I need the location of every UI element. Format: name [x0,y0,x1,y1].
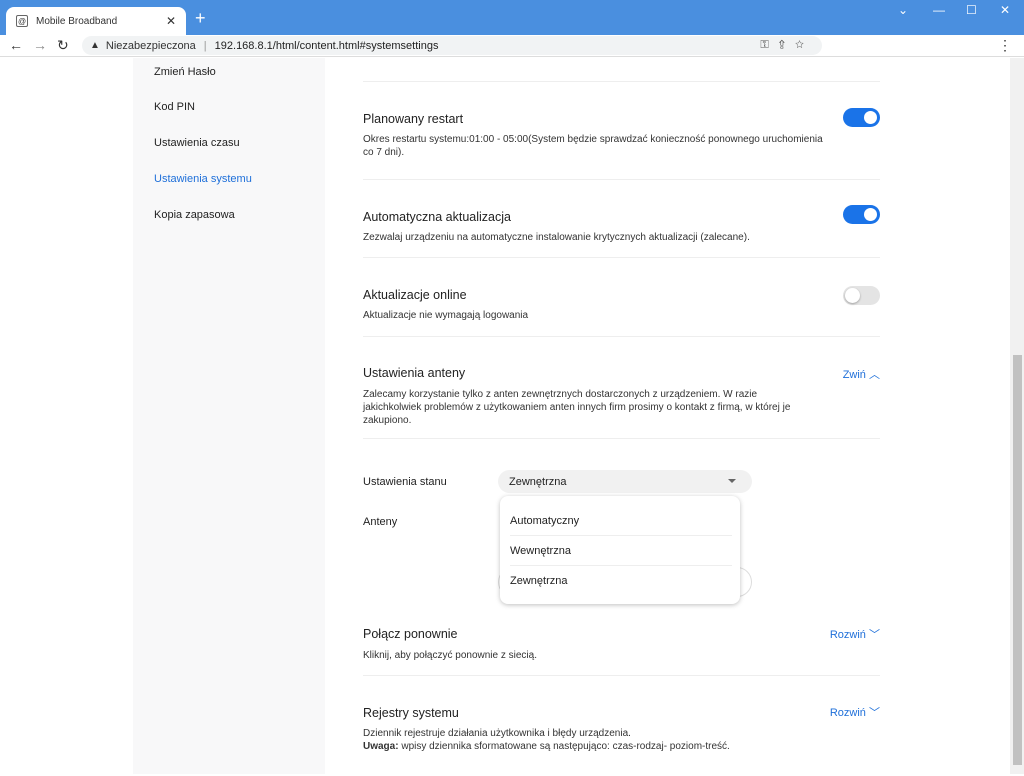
setting-restart: Planowany restart Okres restartu systemu… [363,82,880,180]
setting-desc: Okres restartu systemu:01:00 - 05:00(Sys… [363,134,823,158]
chevron-up-icon: ︿ [869,369,880,381]
expand-label: Rozwiń [829,629,866,641]
close-window-icon[interactable]: ✕ [1000,3,1010,17]
note-text: wpisy dziennika sformatowane są następuj… [398,741,730,752]
sidebar-item-password[interactable]: Zmień Hasło [154,66,216,78]
restart-toggle[interactable] [843,108,880,127]
browser-toolbar: ← → ↻ ▲ Niezabezpieczona | 192.168.8.1/h… [0,35,1024,57]
setting-title: Rejestry systemu [363,706,459,720]
collapse-antenna-link[interactable]: Zwiń ︿ [843,366,880,382]
state-value: Zewnętrzna [509,476,567,488]
star-icon[interactable]: ☆ [795,39,814,51]
state-label: Ustawienia stanu [363,476,447,488]
online-update-toggle[interactable] [843,286,880,305]
collapse-label: Zwiń [842,369,866,381]
caret-down-icon [728,479,736,483]
setting-title: Połącz ponownie [363,627,458,641]
setting-reconnect: Połącz ponownie Kliknij, aby połączyć po… [363,603,880,676]
state-dropdown-menu: Automatyczny Wewnętrzna Zewnętrzna [500,496,740,604]
setting-desc: Aktualizacje nie wymagają logowania [363,310,529,321]
security-label: Niezabezpieczona [105,39,196,52]
divider [363,58,880,82]
new-tab-icon[interactable]: + [195,8,206,29]
expand-label: Rozwiń [829,707,866,719]
sidebar-item-pin[interactable]: Kod PIN [154,101,195,113]
expand-logs-link[interactable]: Rozwiń ﹀ [830,704,880,720]
tab-bar: @ Mobile Broadband ✕ + ⌄ — ☐ ✕ [0,0,1024,35]
setting-title: Aktualizacje online [363,288,467,302]
favicon-icon: @ [16,15,28,27]
antennas-label: Anteny [363,516,398,528]
divider: | [203,39,207,52]
sidebar-item-time[interactable]: Ustawienia czasu [154,137,240,149]
close-tab-icon[interactable]: ✕ [166,14,176,28]
share-icon[interactable]: ⇪ [779,39,795,51]
forward-icon[interactable]: → [33,37,47,53]
option-external[interactable]: Zewnętrzna [510,566,732,596]
setting-antenna: Ustawienia anteny Zalecamy korzystanie t… [363,337,880,439]
setting-title: Automatyczna aktualizacja [363,210,511,224]
expand-reconnect-link[interactable]: Rozwiń ﹀ [830,626,880,642]
sidebar: Zmień Hasło Kod PIN Ustawienia czasu Ust… [133,58,325,774]
setting-desc: Zezwalaj urządzeniu na automatyczne inst… [363,232,750,243]
logs-desc: Dziennik rejestruje działania użytkownik… [363,728,631,739]
scrollbar-thumb[interactable] [1013,355,1022,765]
chevron-down-icon: ﹀ [869,629,880,641]
chevron-down-icon: ﹀ [869,707,880,719]
minimize-icon[interactable]: — [933,3,945,17]
option-automatic[interactable]: Automatyczny [510,506,732,536]
warning-icon: ▲ [90,40,100,51]
setting-title: Planowany restart [363,112,464,126]
browser-tab[interactable]: @ Mobile Broadband ✕ [6,7,186,35]
key-icon[interactable]: ⚿ [760,39,778,51]
auto-update-toggle[interactable] [843,205,880,224]
url-text: 192.168.8.1/html/content.html#systemsett… [214,39,439,52]
note-label: Uwaga: [363,741,399,752]
tab-search-icon[interactable]: ⌄ [898,3,908,17]
setting-desc: Kliknij, aby połączyć ponownie z siecią. [363,650,537,661]
menu-icon[interactable]: ⋮ [998,37,1012,54]
setting-desc: Dziennik rejestruje działania użytkownik… [363,727,823,753]
setting-online-update: Aktualizacje online Aktualizacje nie wym… [363,258,880,337]
sidebar-item-backup[interactable]: Kopia zapasowa [154,209,235,221]
maximize-icon[interactable]: ☐ [966,3,977,17]
scrollbar[interactable] [1010,58,1024,774]
setting-logs: Rejestry systemu Dziennik rejestruje dzi… [363,676,880,776]
reload-icon[interactable]: ↻ [57,37,69,54]
back-icon[interactable]: ← [9,37,23,53]
setting-title: Ustawienia anteny [363,366,466,380]
address-bar[interactable]: ▲ Niezabezpieczona | 192.168.8.1/html/co… [82,36,822,55]
state-select[interactable]: Zewnętrzna [498,470,752,493]
tab-title: Mobile Broadband [36,15,118,27]
option-internal[interactable]: Wewnętrzna [510,536,732,566]
setting-auto-update: Automatyczna aktualizacja Zezwalaj urząd… [363,180,880,258]
sidebar-item-system[interactable]: Ustawienia systemu [154,173,252,185]
setting-desc: Zalecamy korzystanie tylko z anten zewnę… [363,389,791,426]
